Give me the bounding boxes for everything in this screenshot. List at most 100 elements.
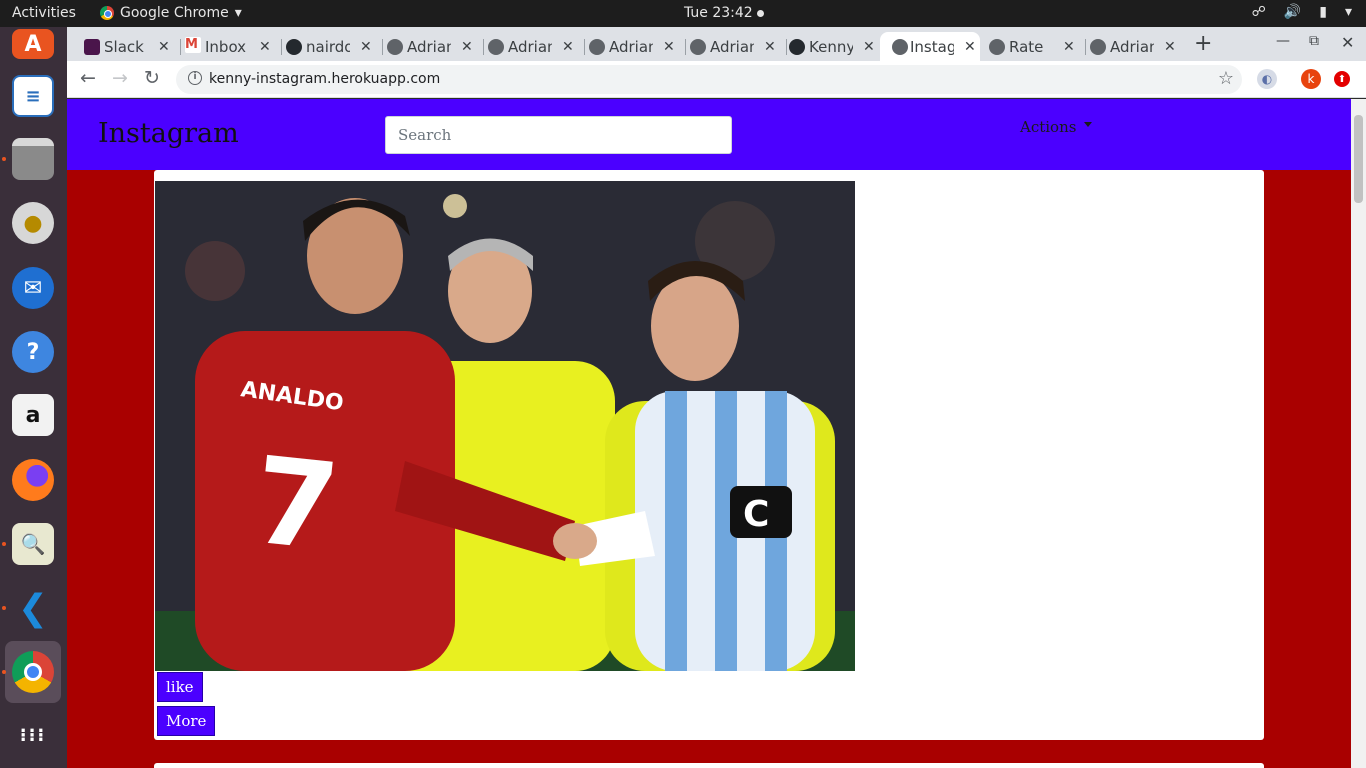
- dock-chrome[interactable]: [2, 641, 61, 703]
- tab-separator: [584, 39, 585, 55]
- tab-close-icon[interactable]: ✕: [562, 39, 574, 55]
- browser-tab[interactable]: Kenny ✕: [789, 32, 875, 61]
- tab-separator: [483, 39, 484, 55]
- browser-tab[interactable]: Slack ✕: [84, 32, 170, 61]
- help-icon: ?: [12, 331, 54, 373]
- tab-label: Adrian: [710, 37, 754, 56]
- address-bar[interactable]: i kenny-instagram.herokuapp.com ☆: [176, 65, 1242, 94]
- dock-show-applications[interactable]: ⁝⁝⁝: [8, 711, 58, 761]
- chrome-icon: [100, 6, 114, 20]
- like-button[interactable]: like: [157, 672, 203, 702]
- browser-tab[interactable]: Rate ✕: [989, 32, 1075, 61]
- power-menu-icon: ▾: [1344, 4, 1352, 20]
- dock-help[interactable]: ?: [8, 327, 58, 377]
- dock-vscode[interactable]: ❮: [2, 583, 58, 633]
- system-tray[interactable]: ☍ 🔊 ▮ ▾: [1252, 4, 1352, 20]
- dock-ubuntu-software[interactable]: A: [8, 19, 58, 69]
- gmail-icon: M: [185, 37, 201, 53]
- ubuntu-software-icon: A: [12, 29, 54, 59]
- post-image-illustration: ANALDO 7 C: [155, 181, 855, 671]
- post-image[interactable]: ANALDO 7 C: [155, 181, 855, 671]
- site-info-icon[interactable]: i: [188, 71, 202, 85]
- tab-close-icon[interactable]: ✕: [360, 39, 372, 55]
- more-button[interactable]: More: [157, 706, 216, 736]
- tab-close-icon[interactable]: ✕: [1063, 39, 1075, 55]
- browser-tab[interactable]: nairdo ✕: [286, 32, 372, 61]
- bookmark-star-icon[interactable]: ☆: [1218, 68, 1234, 89]
- profile-avatar[interactable]: k: [1301, 69, 1321, 89]
- new-tab-button[interactable]: +: [1194, 31, 1212, 56]
- github-icon: [789, 39, 805, 55]
- actions-dropdown[interactable]: Actions: [1020, 118, 1093, 136]
- chrome-icon: [12, 651, 54, 693]
- tab-separator: [1085, 39, 1086, 55]
- scrollbar-thumb[interactable]: [1354, 115, 1363, 203]
- browser-tab[interactable]: Adrian ✕: [1090, 32, 1176, 61]
- browser-tab[interactable]: Adrian ✕: [589, 32, 675, 61]
- vscode-icon: ❮: [17, 587, 49, 629]
- back-button[interactable]: ←: [80, 67, 96, 89]
- minimize-button[interactable]: —: [1276, 33, 1290, 49]
- globe-icon: [488, 39, 504, 55]
- tab-close-icon[interactable]: ✕: [764, 39, 776, 55]
- tab-close-icon[interactable]: ✕: [158, 39, 170, 55]
- tab-close-icon[interactable]: ✕: [863, 39, 875, 55]
- files-icon: [12, 138, 54, 180]
- svg-text:C: C: [743, 494, 769, 535]
- reload-button[interactable]: ↻: [144, 67, 160, 89]
- chevron-down-icon: ▾: [234, 5, 242, 21]
- tab-separator: [281, 39, 282, 55]
- search-input[interactable]: [385, 116, 732, 154]
- tab-close-icon[interactable]: ✕: [259, 39, 271, 55]
- dock-rhythmbox[interactable]: ●: [8, 198, 58, 248]
- maximize-button[interactable]: ⧉: [1309, 33, 1319, 49]
- browser-tab[interactable]: M Inbox ✕: [185, 32, 271, 61]
- tab-label: Adrian: [609, 37, 653, 56]
- browser-tab[interactable]: Adrian ✕: [488, 32, 574, 61]
- running-indicator: [2, 157, 6, 161]
- system-top-bar: Activities Google Chrome ▾ Tue 23:42 ☍ 🔊…: [0, 0, 1366, 27]
- post-card: ANALDO 7 C like More: [154, 170, 1264, 740]
- tab-close-icon[interactable]: ✕: [461, 39, 473, 55]
- tab-label: Rate: [1009, 37, 1044, 56]
- app-menu[interactable]: Google Chrome ▾: [100, 5, 242, 21]
- extension-icon[interactable]: ◐: [1257, 69, 1277, 89]
- globe-icon: [989, 39, 1005, 55]
- forward-button[interactable]: →: [112, 67, 128, 89]
- dock-amazon[interactable]: a: [8, 390, 58, 440]
- tab-close-icon[interactable]: ✕: [964, 39, 976, 55]
- close-window-button[interactable]: ✕: [1341, 33, 1354, 52]
- page-scrollbar[interactable]: [1351, 99, 1366, 768]
- dock-image-viewer[interactable]: 🔍: [2, 519, 58, 569]
- firefox-icon: [12, 459, 54, 501]
- tab-label: Instagram: [910, 37, 954, 56]
- tab-close-icon[interactable]: ✕: [663, 39, 675, 55]
- tab-label: Adrian: [407, 37, 451, 56]
- site-navbar: Instagram Actions: [67, 99, 1351, 170]
- extension-upload-icon[interactable]: ⬆: [1334, 71, 1350, 87]
- dock-thunderbird[interactable]: ✉: [8, 263, 58, 313]
- tab-label: Adrian: [1110, 37, 1154, 56]
- globe-icon: [589, 39, 605, 55]
- tab-separator: [382, 39, 383, 55]
- dock-libreoffice-writer[interactable]: ≡: [8, 71, 58, 121]
- browser-toolbar: ← → ↻ i kenny-instagram.herokuapp.com ☆ …: [67, 61, 1366, 98]
- tab-strip: Slack ✕ M Inbox ✕ nairdo ✕ Adrian ✕ Adrian ✕ Adrian…: [67, 27, 1366, 61]
- tab-close-icon[interactable]: ✕: [1164, 39, 1176, 55]
- browser-tab[interactable]: Instagram ✕: [880, 32, 980, 61]
- site-brand[interactable]: Instagram: [98, 118, 239, 149]
- profile-letter: k: [1307, 72, 1315, 86]
- github-icon: [286, 39, 302, 55]
- globe-icon: [690, 39, 706, 55]
- browser-tab[interactable]: Adrian ✕: [387, 32, 473, 61]
- clock[interactable]: Tue 23:42: [684, 5, 764, 21]
- running-indicator: [2, 606, 6, 610]
- running-indicator: [2, 670, 6, 674]
- image-viewer-icon: 🔍: [12, 523, 54, 565]
- globe-icon: [387, 39, 403, 55]
- browser-tab[interactable]: Adrian ✕: [690, 32, 776, 61]
- dock-files[interactable]: [2, 134, 58, 184]
- svg-text:7: 7: [247, 432, 345, 579]
- dock-firefox[interactable]: [8, 455, 58, 505]
- caret-down-icon: [1084, 122, 1093, 127]
